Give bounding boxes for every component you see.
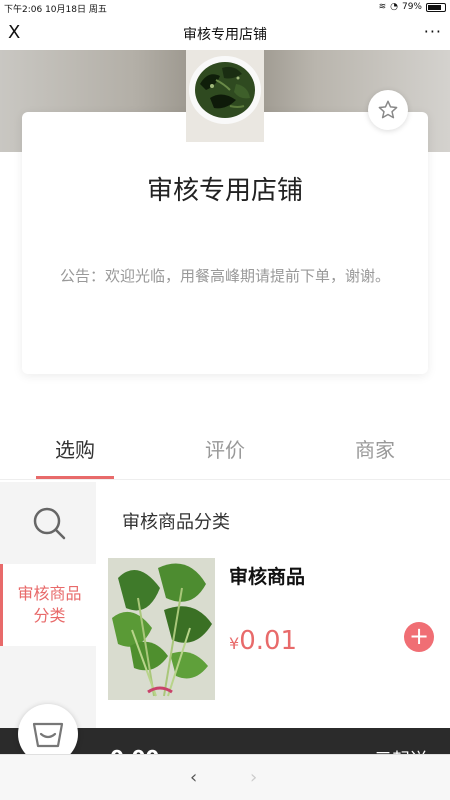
battery-icon — [426, 2, 446, 12]
nav-bar: X 审核专用店铺 ··· — [0, 16, 450, 50]
alarm-icon: ◔ — [390, 2, 398, 12]
browser-toolbar: ‹ › — [0, 754, 450, 800]
tab-merchant[interactable]: 商家 — [300, 420, 450, 479]
plus-icon: + — [408, 622, 430, 650]
status-icons: ≋ ◔ 79% — [379, 2, 446, 12]
page-title: 审核专用店铺 — [183, 27, 267, 43]
shop-name: 审核专用店铺 — [146, 176, 303, 206]
back-icon[interactable]: ‹ — [190, 767, 197, 788]
shop-notice: 公告：欢迎光临，用餐高峰期请提前下单，谢谢。 — [59, 267, 390, 285]
battery-fill — [428, 4, 441, 10]
status-bar: 下午2:06 10月18日 周五 ≋ ◔ 79% — [0, 0, 450, 16]
currency-symbol: ¥ — [229, 634, 240, 653]
tab-bar: 选购 评价 商家 — [0, 420, 450, 480]
add-to-cart-button[interactable]: + — [404, 622, 434, 652]
favorite-button[interactable] — [368, 90, 408, 130]
shop-logo — [186, 50, 264, 142]
battery-percent: 79% — [401, 2, 422, 12]
product-price: ¥0.01 — [229, 626, 297, 656]
forward-icon[interactable]: › — [250, 767, 257, 788]
shop-card — [22, 112, 428, 374]
sidebar-item-category[interactable]: 审核商品分类 — [0, 564, 96, 646]
tab-reviews[interactable]: 评价 — [150, 420, 300, 479]
price-value: 0.01 — [239, 626, 298, 656]
list-item[interactable]: 审核商品 ¥0.01 + — [108, 558, 438, 703]
tab-shop[interactable]: 选购 — [0, 420, 150, 479]
category-title: 审核商品分类 — [122, 512, 230, 533]
wifi-icon: ≋ — [378, 2, 387, 12]
star-icon — [378, 100, 398, 119]
basket-icon — [32, 722, 64, 748]
category-sidebar: 审核商品分类 — [0, 482, 96, 728]
product-list: 审核商品分类 审核商品 ¥0.01 + — [96, 482, 450, 728]
status-time-date: 下午2:06 10月18日 周五 — [4, 5, 107, 15]
search-icon[interactable] — [30, 504, 70, 544]
product-name: 审核商品 — [229, 566, 306, 588]
more-icon[interactable]: ··· — [424, 22, 442, 41]
product-image — [108, 558, 215, 700]
